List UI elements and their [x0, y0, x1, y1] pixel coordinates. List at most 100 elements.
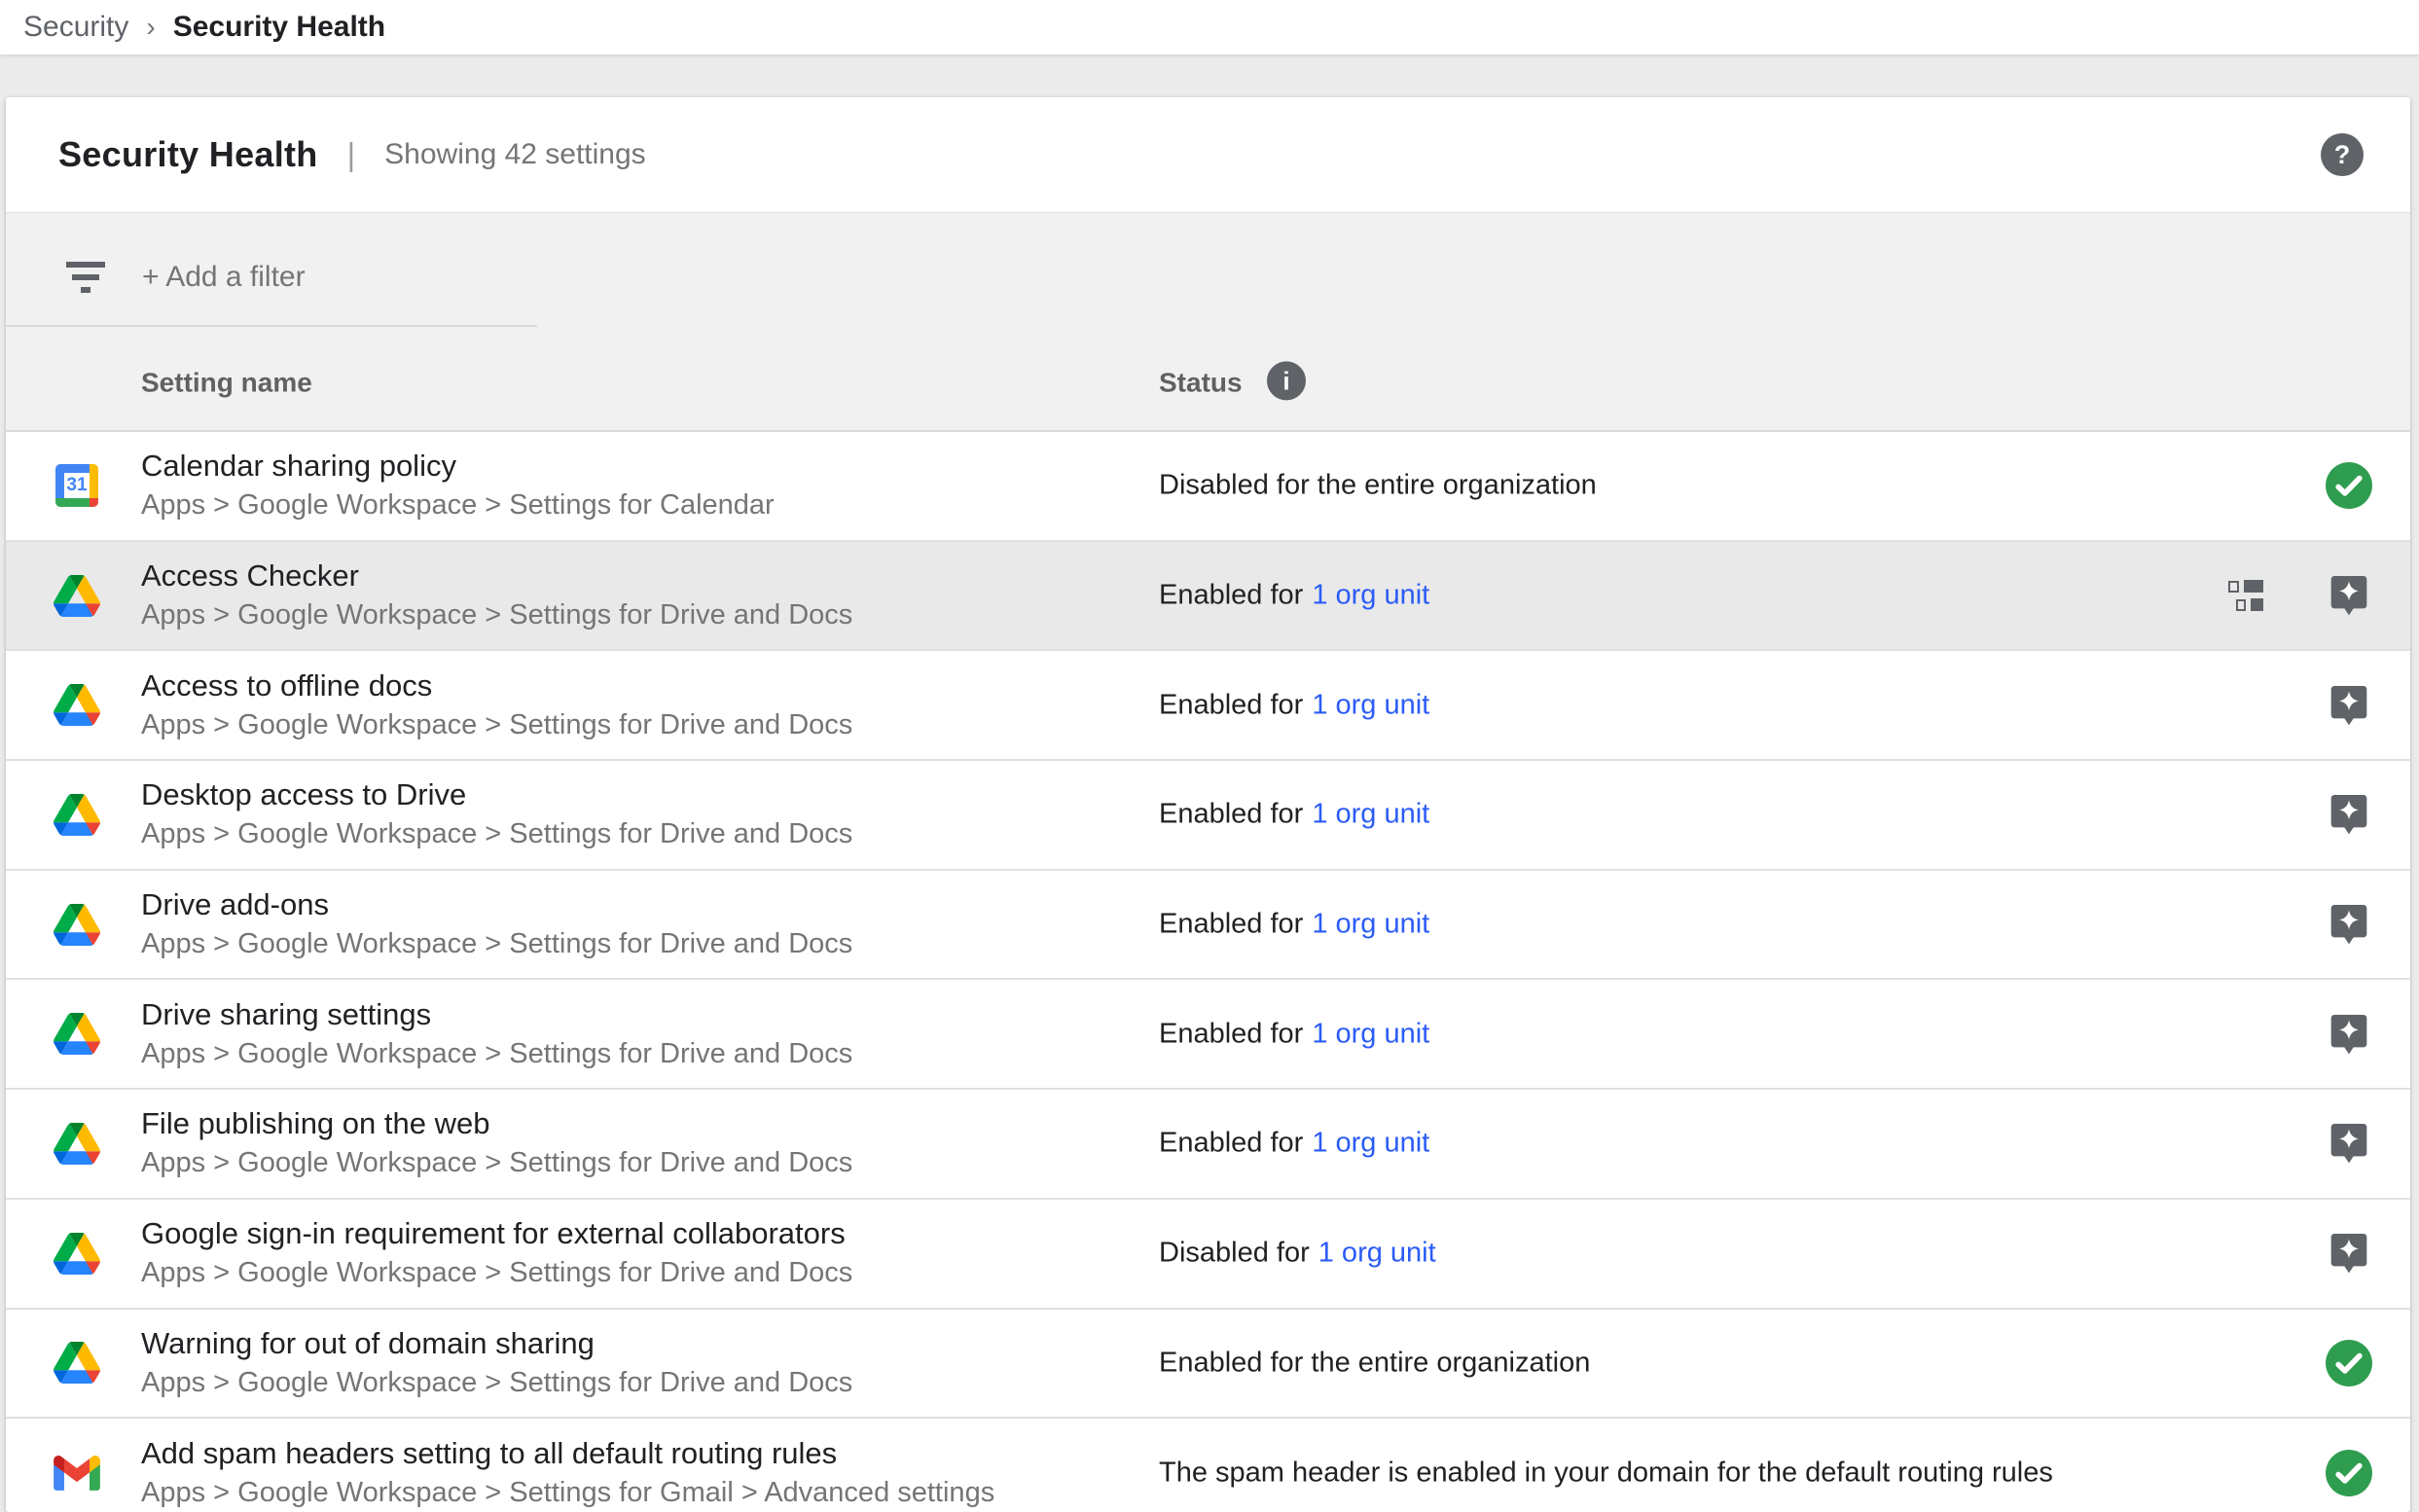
status-text: Enabled for the entire organization [1159, 1347, 1590, 1378]
table-row[interactable]: 31 Desktop access to Drive Ap [6, 761, 2410, 871]
breadcrumb-chevron-icon: › [146, 12, 155, 43]
status-badge-slot [2329, 684, 2368, 727]
table-row[interactable]: 31 Warning for out of domain sharin [6, 1310, 2410, 1420]
column-header: Setting name Status i [6, 327, 2410, 432]
org-unit-indicator-slot [2228, 580, 2263, 611]
google-drive-icon [54, 1342, 100, 1384]
setting-cell: Drive add-ons Apps > Google Workspace > … [141, 885, 852, 963]
status-info-icon[interactable]: i [1267, 361, 1306, 400]
setting-title[interactable]: Access Checker [141, 557, 852, 595]
app-icon-slot: 31 [54, 572, 100, 619]
setting-path: Apps > Google Workspace > Settings for C… [141, 486, 775, 524]
org-unit-link[interactable]: 1 org unit [1312, 1128, 1429, 1159]
table-row[interactable]: 31 Access Checker Apps > Goog [6, 542, 2410, 652]
setting-path: Apps > Google Workspace > Settings for D… [141, 1143, 852, 1182]
status-text: Enabled for [1159, 1128, 1303, 1159]
status-text: Enabled for [1159, 580, 1303, 611]
table-row[interactable]: 31 Add spam headers setting to all [6, 1419, 2410, 1512]
table-row[interactable]: 31 Access to offline docs App [6, 651, 2410, 761]
status-badge-slot [2329, 1122, 2368, 1165]
setting-path: Apps > Google Workspace > Settings for D… [141, 1034, 852, 1073]
recommendation-flag-icon[interactable] [2329, 903, 2368, 946]
app-icon-slot: 31 [54, 1120, 100, 1167]
org-unit-tree-icon [2228, 580, 2263, 611]
setting-path: Apps > Google Workspace > Settings for D… [141, 1363, 852, 1402]
app-icon-slot: 31 [54, 1450, 100, 1496]
org-unit-link[interactable]: 1 org unit [1312, 799, 1429, 830]
status-badge-slot [2329, 793, 2368, 836]
setting-path: Apps > Google Workspace > Settings for D… [141, 1253, 852, 1292]
recommendation-flag-icon[interactable] [2329, 684, 2368, 727]
status-badge-slot [2329, 1232, 2368, 1275]
status-cell: Enabled for 1 org unit [1159, 689, 1429, 721]
org-unit-link[interactable]: 1 org unit [1318, 1238, 1436, 1269]
add-filter-button[interactable]: + Add a filter [142, 261, 306, 294]
status-text: Enabled for [1159, 1018, 1303, 1049]
setting-cell: File publishing on the web Apps > Google… [141, 1104, 852, 1182]
app-icon-slot: 31 [54, 462, 100, 509]
breadcrumb-security-link[interactable]: Security [23, 11, 128, 44]
setting-title[interactable]: Warning for out of domain sharing [141, 1324, 852, 1363]
table-row[interactable]: 31 Drive sharing settings App [6, 980, 2410, 1090]
setting-title[interactable]: Calendar sharing policy [141, 447, 775, 486]
org-unit-link[interactable]: 1 org unit [1312, 580, 1429, 611]
breadcrumb: Security › Security Health [0, 0, 2419, 54]
gmail-icon [54, 1456, 100, 1491]
help-icon[interactable]: ? [2321, 133, 2364, 176]
filter-bar: + Add a filter [6, 212, 2410, 327]
table-row[interactable]: 31 File publishing on the web [6, 1090, 2410, 1200]
status-cell: Disabled for1 org unit [1159, 1238, 1436, 1270]
setting-title[interactable]: Drive add-ons [141, 885, 852, 924]
status-cell: Enabled for 1 org unit [1159, 799, 1429, 831]
app-icon-slot: 31 [54, 901, 100, 948]
recommendation-flag-icon[interactable] [2329, 793, 2368, 836]
table-row[interactable]: 31 Drive add-ons Apps > Googl [6, 871, 2410, 981]
org-unit-link[interactable]: 1 org unit [1312, 1018, 1429, 1049]
status-text: Enabled for [1159, 909, 1303, 940]
setting-title[interactable]: Access to offline docs [141, 666, 852, 705]
card-header: Security Health | Showing 42 settings ? [6, 97, 2410, 212]
org-unit-link[interactable]: 1 org unit [1312, 909, 1429, 940]
recommendation-flag-icon[interactable] [2329, 574, 2368, 617]
status-text: Enabled for [1159, 689, 1303, 720]
success-check-icon [2325, 461, 2373, 510]
status-cell: Enabled for 1 org unit [1159, 1128, 1429, 1160]
google-drive-icon [54, 575, 100, 617]
settings-count: Showing 42 settings [384, 138, 646, 171]
recommendation-flag-icon[interactable] [2329, 1013, 2368, 1056]
status-cell: The spam header is enabled in your domai… [1159, 1457, 2053, 1489]
recommendation-flag-icon[interactable] [2329, 1232, 2368, 1275]
table-row[interactable]: 31 Calendar sharing policy Ap [6, 432, 2410, 542]
org-unit-link[interactable]: 1 org unit [1312, 689, 1429, 720]
status-badge-slot [2329, 574, 2368, 617]
page-title: Security Health [58, 134, 318, 175]
google-drive-icon [54, 684, 100, 726]
setting-title[interactable]: File publishing on the web [141, 1104, 852, 1143]
app-icon-slot: 31 [54, 682, 100, 729]
status-badge-slot [2329, 1013, 2368, 1056]
status-text: Enabled for [1159, 799, 1303, 830]
google-drive-icon [54, 904, 100, 946]
status-cell: Enabled for the entire organization [1159, 1347, 1590, 1379]
settings-table-body: 31 Calendar sharing policy Ap [6, 432, 2410, 1512]
setting-path: Apps > Google Workspace > Settings for G… [141, 1473, 994, 1512]
google-calendar-icon: 31 [55, 464, 98, 507]
setting-title[interactable]: Desktop access to Drive [141, 775, 852, 814]
setting-title[interactable]: Google sign-in requirement for external … [141, 1214, 852, 1253]
setting-title[interactable]: Drive sharing settings [141, 995, 852, 1034]
success-check-icon [2325, 1339, 2373, 1387]
setting-cell: Drive sharing settings Apps > Google Wor… [141, 995, 852, 1073]
status-badge-slot [2329, 903, 2368, 946]
google-drive-icon [54, 794, 100, 836]
filter-icon[interactable] [66, 262, 105, 293]
app-icon-slot: 31 [54, 1340, 100, 1386]
setting-title[interactable]: Add spam headers setting to all default … [141, 1434, 994, 1473]
status-cell: Enabled for 1 org unit [1159, 909, 1429, 941]
setting-cell: Desktop access to Drive Apps > Google Wo… [141, 775, 852, 853]
app-icon-slot: 31 [54, 791, 100, 838]
setting-cell: Access to offline docs Apps > Google Wor… [141, 666, 852, 744]
status-cell: Disabled for the entire organization [1159, 470, 1597, 502]
table-row[interactable]: 31 Google sign-in requirement for e [6, 1200, 2410, 1310]
recommendation-flag-icon[interactable] [2329, 1122, 2368, 1165]
status-text: The spam header is enabled in your domai… [1159, 1457, 2053, 1488]
